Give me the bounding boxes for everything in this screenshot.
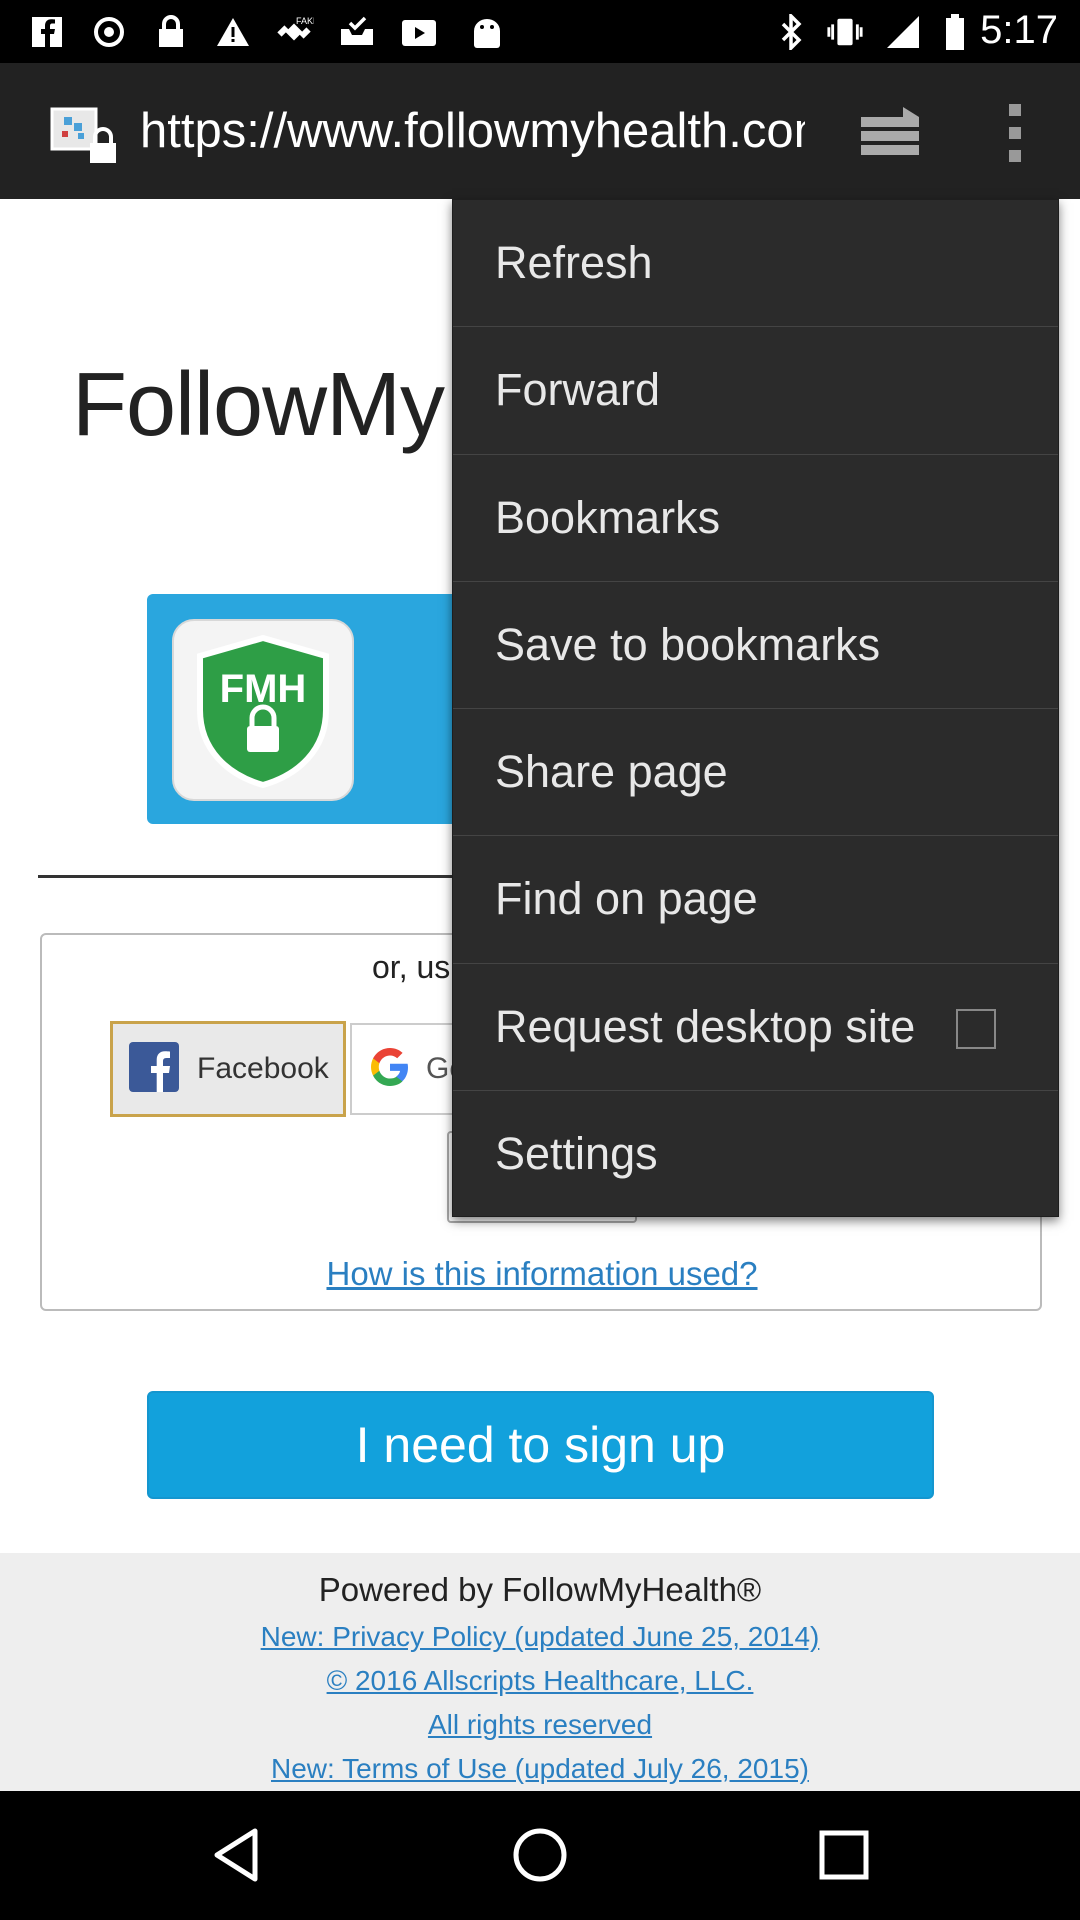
menu-item-label: Request desktop site: [495, 1000, 916, 1052]
signal-icon: [884, 14, 922, 50]
menu-item-refresh[interactable]: Refresh: [453, 200, 1058, 328]
menu-item-forward[interactable]: Forward: [453, 327, 1058, 455]
copyright-link[interactable]: © 2016 Allscripts Healthcare, LLC.: [0, 1665, 1080, 1697]
menu-item-label: Refresh: [495, 237, 653, 289]
warning-icon: [214, 14, 252, 50]
tabs-switcher-icon[interactable]: [855, 103, 925, 163]
menu-item-bookmarks[interactable]: Bookmarks: [453, 455, 1058, 582]
fake-gps-icon: FAKE: [276, 14, 314, 50]
system-nav-bar: [0, 1791, 1080, 1920]
info-usage-link[interactable]: How is this information used?: [42, 1255, 1042, 1293]
page-footer: Powered by FollowMyHealth® New: Privacy …: [0, 1553, 1080, 1791]
privacy-policy-link[interactable]: New: Privacy Policy (updated June 25, 20…: [0, 1621, 1080, 1653]
facebook-login-button[interactable]: Facebook: [110, 1021, 346, 1117]
menu-item-settings[interactable]: Settings: [453, 1091, 1058, 1218]
menu-item-label: Share page: [495, 746, 728, 798]
back-icon[interactable]: [205, 1823, 269, 1887]
facebook-label: Facebook: [197, 1052, 329, 1085]
recents-icon[interactable]: [812, 1823, 876, 1887]
youtube-icon: [400, 14, 438, 50]
home-icon[interactable]: [508, 1823, 572, 1887]
social-prompt-text: or, us: [372, 949, 451, 985]
powered-by-text: Powered by FollowMyHealth®: [318, 1571, 762, 1608]
menu-item-label: Bookmarks: [495, 491, 721, 543]
facebook-icon: [28, 14, 66, 50]
menu-item-label: Forward: [495, 364, 661, 416]
signup-button[interactable]: I need to sign up: [147, 1391, 934, 1499]
android-icon: [468, 14, 506, 50]
vibrate-icon: [826, 14, 864, 50]
request-desktop-checkbox[interactable]: [956, 1008, 996, 1049]
fmh-badge-text: FMH: [220, 667, 307, 711]
google-icon: [368, 1045, 412, 1094]
menu-item-share-page[interactable]: Share page: [453, 709, 1058, 837]
rights-reserved-link[interactable]: All rights reserved: [0, 1709, 1080, 1741]
site-logo-text: FollowMy: [72, 355, 445, 455]
menu-item-request-desktop-site[interactable]: Request desktop site: [453, 964, 1058, 1091]
section-divider: [38, 875, 458, 878]
browser-toolbar: https://www.followmyhealth.com: [0, 63, 1080, 199]
overflow-menu-icon[interactable]: [990, 98, 1040, 168]
lock-icon: [152, 14, 190, 50]
inbox-check-icon: [338, 14, 376, 50]
status-bar: FAKE 5:17: [0, 0, 1080, 63]
fmh-shield-icon: FMH: [172, 619, 354, 801]
menu-item-find-on-page[interactable]: Find on page: [453, 836, 1058, 964]
url-bar[interactable]: https://www.followmyhealth.com: [140, 103, 805, 163]
menu-item-save-to-bookmarks[interactable]: Save to bookmarks: [453, 582, 1058, 709]
menu-item-label: Settings: [495, 1128, 658, 1180]
sync-icon: [90, 14, 128, 50]
bluetooth-icon: [772, 14, 810, 50]
status-time: 5:17: [980, 8, 1058, 52]
battery-icon: [936, 14, 974, 50]
facebook-icon: [129, 1041, 179, 1097]
menu-item-label: Save to bookmarks: [495, 618, 881, 670]
terms-of-use-link[interactable]: New: Terms of Use (updated July 26, 2015…: [0, 1753, 1080, 1785]
site-favicon-lock-icon: [50, 107, 122, 167]
menu-item-label: Find on page: [495, 873, 758, 925]
svg-text:FAKE: FAKE: [296, 16, 314, 26]
browser-overflow-menu: Refresh Forward Bookmarks Save to bookma…: [452, 199, 1059, 1217]
